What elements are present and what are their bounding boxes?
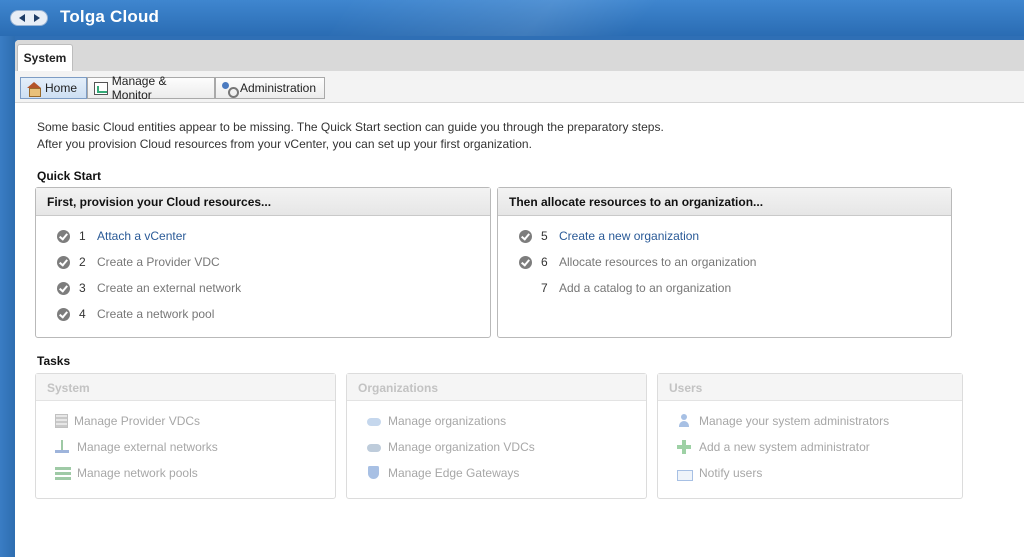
task-label: Manage Edge Gateways <box>388 466 520 480</box>
check-icon <box>519 229 532 243</box>
create-organization-link[interactable]: Create a new organization <box>559 229 699 243</box>
back-forward-control[interactable] <box>10 10 48 26</box>
tasks-users-panel: Users Manage your system administrators … <box>657 373 963 499</box>
check-icon <box>57 255 70 269</box>
left-strip <box>0 36 15 557</box>
attach-vcenter-link[interactable]: Attach a vCenter <box>97 229 186 243</box>
tasks-title: Tasks <box>37 354 71 368</box>
qs-step-5[interactable]: 5 Create a new organization <box>519 228 699 244</box>
task-label: Add a new system administrator <box>699 440 870 454</box>
manage-external-networks-link: Manage external networks <box>55 439 218 455</box>
task-label: Manage organization VDCs <box>388 440 535 454</box>
step-label: Create a Provider VDC <box>97 255 220 269</box>
home-icon <box>27 81 41 97</box>
main-pane: System Home Manage & Monitor Administrat… <box>15 40 1024 557</box>
intro-line-1: Some basic Cloud entities appear to be m… <box>37 120 664 134</box>
tasks-organizations-panel: Organizations Manage organizations Manag… <box>346 373 647 499</box>
manage-organizations-link: Manage organizations <box>366 413 506 429</box>
toolbar: Home Manage & Monitor Administration <box>15 71 1024 103</box>
title-bar: Tolga Cloud <box>0 0 1024 36</box>
tasks-organizations-heading: Organizations <box>347 374 646 401</box>
unchecked-icon <box>519 282 532 295</box>
step-number: 1 <box>79 229 86 243</box>
task-label: Manage organizations <box>388 414 507 428</box>
notify-users-link: Notify users <box>677 465 762 481</box>
quick-start-provision-panel: First, provision your Cloud resources...… <box>35 187 491 338</box>
step-label: Create an external network <box>97 281 242 295</box>
manage-system-administrators-link: Manage your system administrators <box>677 413 889 429</box>
qs-step-6: 6 Allocate resources to an organization <box>519 254 756 270</box>
qs-step-3: 3 Create an external network <box>57 280 241 296</box>
step-number: 5 <box>541 229 548 243</box>
forward-arrow-icon[interactable] <box>33 14 40 22</box>
check-icon <box>519 255 532 269</box>
step-label: Allocate resources to an organization <box>559 255 757 269</box>
home-button-label: Home <box>45 81 78 95</box>
administration-button[interactable]: Administration <box>215 77 325 99</box>
check-icon <box>57 281 70 295</box>
shield-icon <box>366 466 382 480</box>
tab-system[interactable]: System <box>17 44 73 71</box>
tasks-system-panel: System Manage Provider VDCs Manage exter… <box>35 373 336 499</box>
title-bar-shine <box>297 0 883 36</box>
qs-step-2: 2 Create a Provider VDC <box>57 254 220 270</box>
tasks-system-heading: System <box>36 374 335 401</box>
task-label: Manage network pools <box>77 466 198 480</box>
step-number: 3 <box>79 281 86 295</box>
user-icon <box>677 414 693 428</box>
manage-monitor-label: Manage & Monitor <box>111 74 167 102</box>
qs-step-7: 7 Add a catalog to an organization <box>519 280 731 296</box>
check-icon <box>57 229 70 243</box>
step-number: 4 <box>79 307 86 321</box>
manage-provider-vdcs-link: Manage Provider VDCs <box>55 413 200 429</box>
monitor-icon <box>94 81 108 95</box>
allocate-panel-heading: Then allocate resources to an organizati… <box>498 188 951 216</box>
provision-panel-heading: First, provision your Cloud resources... <box>36 188 490 216</box>
tasks-users-heading: Users <box>658 374 962 401</box>
task-label: Notify users <box>699 466 763 480</box>
intro-text: Some basic Cloud entities appear to be m… <box>37 119 664 153</box>
task-label: Manage external networks <box>77 440 218 454</box>
manage-network-pools-link: Manage network pools <box>55 465 198 481</box>
add-icon <box>677 440 693 454</box>
external-network-icon <box>55 440 71 454</box>
administration-icon <box>222 81 239 98</box>
qs-step-1[interactable]: 1 Attach a vCenter <box>57 228 186 244</box>
task-label: Manage your system administrators <box>699 414 890 428</box>
check-icon <box>57 307 70 321</box>
intro-line-2: After you provision Cloud resources from… <box>37 137 532 151</box>
qs-step-4: 4 Create a network pool <box>57 306 214 322</box>
manage-edge-gateways-link: Manage Edge Gateways <box>366 465 519 481</box>
org-vdc-cloud-icon <box>366 440 382 454</box>
step-label: Add a catalog to an organization <box>559 281 732 295</box>
task-label: Manage Provider VDCs <box>74 414 201 428</box>
tab-strip: System <box>15 40 1024 71</box>
back-arrow-icon[interactable] <box>18 14 25 22</box>
mail-icon <box>677 469 693 481</box>
quick-start-allocate-panel: Then allocate resources to an organizati… <box>497 187 952 338</box>
quick-start-title: Quick Start <box>37 169 102 183</box>
add-system-administrator-link: Add a new system administrator <box>677 439 870 455</box>
app-title: Tolga Cloud <box>60 7 160 26</box>
step-number: 6 <box>541 255 548 269</box>
provider-vdc-icon <box>55 414 68 428</box>
manage-monitor-button[interactable]: Manage & Monitor <box>87 74 215 102</box>
manage-organization-vdcs-link: Manage organization VDCs <box>366 439 535 455</box>
cloud-icon <box>366 414 382 428</box>
step-number: 7 <box>541 281 548 295</box>
step-number: 2 <box>79 255 86 269</box>
step-label: Create a network pool <box>97 307 215 321</box>
network-pool-icon <box>55 466 71 480</box>
home-button[interactable]: Home <box>20 77 87 99</box>
administration-label: Administration <box>240 81 317 95</box>
